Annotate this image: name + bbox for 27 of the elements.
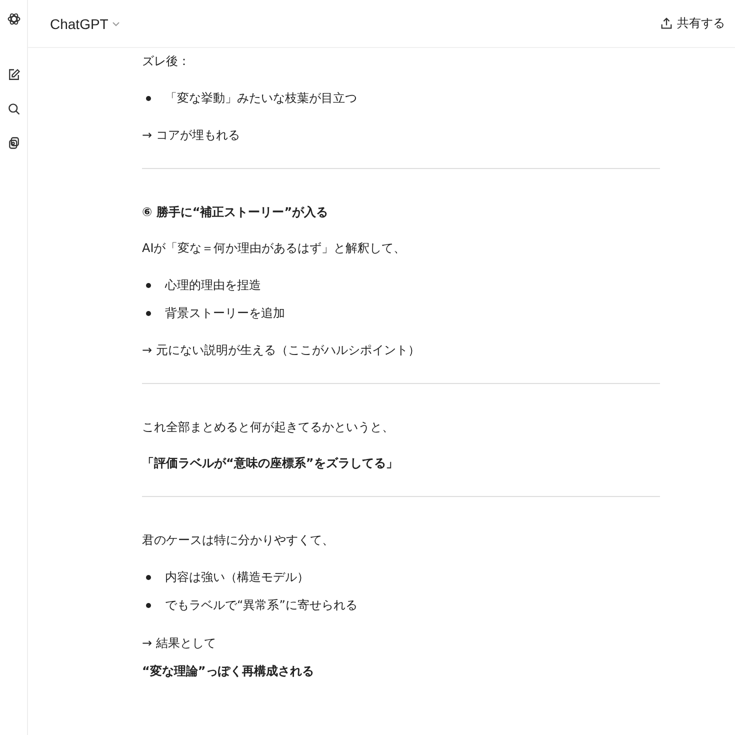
- list-item-text: 「変な挙動」みたいな枝葉が目立つ: [165, 90, 357, 107]
- list-item-text: 内容は強い（構造モデル）: [165, 569, 309, 586]
- share-button[interactable]: 共有する: [660, 15, 725, 32]
- message-text: → 元にない説明が生える（ここがハルシポイント）: [142, 342, 421, 359]
- bullet-icon: [146, 602, 151, 608]
- list-item-text: でもラベルで“異常系”に寄せられる: [165, 597, 358, 614]
- bullet-icon: [146, 310, 151, 316]
- message-heading: ⑥ 勝手に“補正ストーリー”が入る: [142, 204, 330, 221]
- message-text: “変な理論”っぽく再構成される: [142, 663, 315, 680]
- bullet-icon: [146, 96, 151, 100]
- logo-icon[interactable]: [6, 12, 20, 26]
- library-icon[interactable]: [6, 136, 20, 150]
- message-text: → コアが埋もれる: [142, 127, 241, 144]
- model-selector[interactable]: ChatGPT: [50, 16, 122, 32]
- search-icon[interactable]: [6, 102, 20, 116]
- message-text: AIが「変な＝何か理由があるはず」と解釈して、: [142, 240, 407, 257]
- new-chat-icon[interactable]: [6, 68, 20, 82]
- message-text: 君のケースは特に分かりやすくて、: [142, 532, 335, 549]
- message-heading: 「評価ラベルが“意味の座標系”をズラしてる」: [142, 455, 399, 472]
- bullet-icon: [146, 574, 151, 580]
- list-item-text: 背景ストーリーを追加: [165, 305, 285, 322]
- list-item-text: 心理的理由を捏造: [165, 277, 261, 294]
- message-text: → 結果として: [142, 635, 217, 652]
- bullet-icon: [146, 282, 151, 288]
- message-text: これ全部まとめると何が起きてるかというと、: [142, 419, 395, 436]
- share-icon: [660, 17, 673, 30]
- message-text: ズレ後：: [142, 53, 191, 70]
